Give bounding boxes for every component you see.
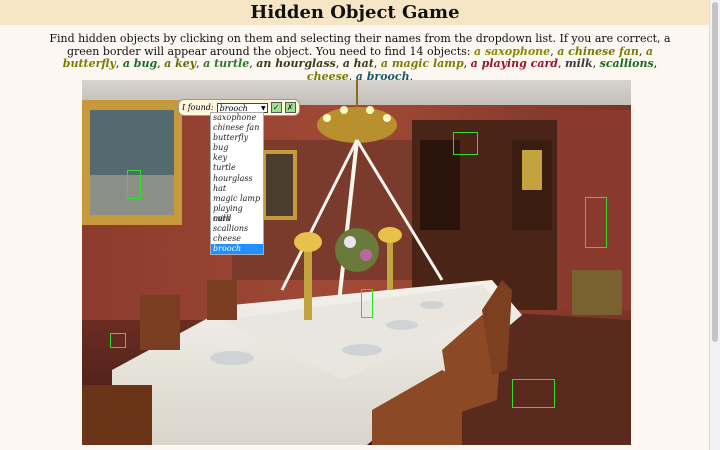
dropdown-option[interactable]: turtle bbox=[211, 163, 263, 173]
object-name: milk bbox=[565, 57, 593, 70]
object-dropdown-list[interactable]: saxophone chinese fan butterfly bug key turtl… bbox=[210, 112, 264, 256]
object-name: a bug bbox=[122, 57, 158, 70]
dropdown-option[interactable]: key bbox=[211, 153, 263, 163]
object-name: a turtle bbox=[203, 57, 250, 70]
dropdown-option[interactable]: magic lamp bbox=[211, 194, 263, 204]
instructions: Find hidden objects by clicking on them … bbox=[45, 32, 675, 83]
dropdown-option[interactable]: chinese fan bbox=[211, 123, 263, 133]
separator: , bbox=[592, 57, 600, 70]
object-name: a magic lamp bbox=[380, 57, 464, 70]
object-name: a key bbox=[164, 57, 197, 70]
object-name: a hat bbox=[342, 57, 374, 70]
dropdown-option[interactable]: saxophone bbox=[211, 113, 263, 123]
scrollbar[interactable] bbox=[709, 0, 720, 450]
cancel-button[interactable]: ✗ bbox=[284, 102, 296, 113]
object-name: scallions bbox=[599, 57, 654, 70]
separator: , bbox=[463, 57, 471, 70]
separator: , bbox=[335, 57, 343, 70]
header-bar: Hidden Object Game bbox=[0, 0, 710, 25]
found-marker-butterfly[interactable] bbox=[453, 132, 478, 155]
page-title: Hidden Object Game bbox=[250, 2, 460, 23]
dropdown-option[interactable]: scallions bbox=[211, 224, 263, 234]
found-marker-brooch[interactable] bbox=[110, 333, 126, 348]
separator: , bbox=[373, 57, 381, 70]
dropdown-option[interactable]: cheese bbox=[211, 234, 263, 244]
found-marker-turtle[interactable] bbox=[512, 379, 555, 408]
separator: , bbox=[638, 44, 646, 58]
found-marker-saxophone[interactable] bbox=[585, 197, 607, 248]
object-name: an hourglass bbox=[256, 57, 336, 70]
dropdown-option[interactable]: hat bbox=[211, 184, 263, 194]
scrollbar-thumb[interactable] bbox=[712, 2, 718, 342]
found-marker-milk[interactable] bbox=[127, 170, 141, 199]
dropdown-option[interactable]: playing card bbox=[211, 204, 263, 223]
dropdown-option[interactable]: brooch bbox=[211, 244, 263, 255]
separator: , bbox=[115, 57, 123, 70]
object-name: a playing card bbox=[470, 57, 558, 70]
dropdown-option[interactable]: butterfly bbox=[211, 133, 263, 143]
object-select[interactable]: brooch ▼ bbox=[216, 102, 268, 113]
found-label: I found: bbox=[182, 103, 214, 112]
confirm-button[interactable]: ✓ bbox=[270, 102, 282, 113]
dropdown-option[interactable]: hourglass bbox=[211, 174, 263, 184]
dropdown-option[interactable]: milk bbox=[211, 214, 263, 224]
dropdown-option[interactable]: bug bbox=[211, 143, 263, 153]
found-marker-scallions[interactable] bbox=[361, 289, 373, 318]
separator: , bbox=[558, 57, 565, 70]
object-name: a chinese fan bbox=[557, 44, 639, 58]
object-name: a saxophone bbox=[473, 44, 551, 58]
separator: , bbox=[653, 57, 658, 70]
